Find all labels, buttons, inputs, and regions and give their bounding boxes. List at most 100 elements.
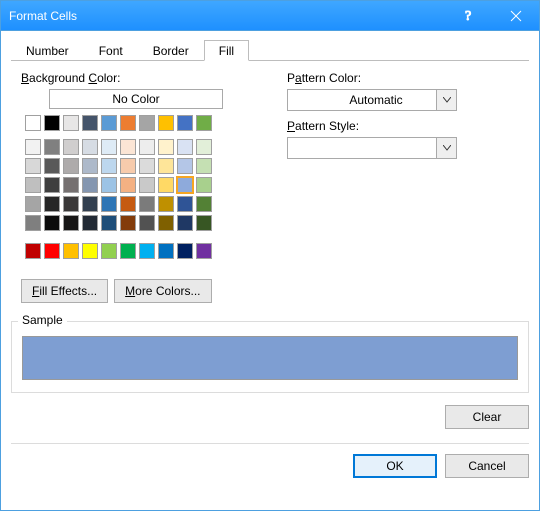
color-swatch[interactable] bbox=[101, 139, 117, 155]
color-swatch[interactable] bbox=[82, 196, 98, 212]
color-swatch[interactable] bbox=[177, 177, 193, 193]
color-swatch[interactable] bbox=[44, 196, 60, 212]
color-swatch[interactable] bbox=[63, 177, 79, 193]
tab-font[interactable]: Font bbox=[84, 40, 138, 61]
color-swatch[interactable] bbox=[82, 177, 98, 193]
color-swatch[interactable] bbox=[63, 115, 79, 131]
color-swatch[interactable] bbox=[120, 215, 136, 231]
color-swatch[interactable] bbox=[120, 196, 136, 212]
color-swatch[interactable] bbox=[139, 243, 155, 259]
format-cells-dialog: Format Cells ? Number Font Border Fill B… bbox=[0, 0, 540, 511]
color-swatch[interactable] bbox=[101, 215, 117, 231]
color-swatch[interactable] bbox=[120, 177, 136, 193]
fill-effects-button[interactable]: Fill Effects... bbox=[21, 279, 108, 303]
color-swatch[interactable] bbox=[44, 215, 60, 231]
color-swatch[interactable] bbox=[158, 158, 174, 174]
color-swatch[interactable] bbox=[177, 215, 193, 231]
color-swatch[interactable] bbox=[63, 215, 79, 231]
color-swatch[interactable] bbox=[25, 177, 41, 193]
sample-swatch bbox=[22, 336, 518, 380]
color-swatch[interactable] bbox=[196, 177, 212, 193]
color-swatch[interactable] bbox=[196, 243, 212, 259]
color-swatch[interactable] bbox=[139, 196, 155, 212]
color-swatch[interactable] bbox=[158, 177, 174, 193]
color-swatch[interactable] bbox=[139, 115, 155, 131]
color-swatch[interactable] bbox=[158, 215, 174, 231]
color-swatch[interactable] bbox=[44, 243, 60, 259]
close-icon bbox=[510, 10, 522, 22]
color-swatch[interactable] bbox=[139, 139, 155, 155]
color-swatch[interactable] bbox=[82, 215, 98, 231]
color-swatch[interactable] bbox=[101, 115, 117, 131]
tab-border[interactable]: Border bbox=[138, 40, 204, 61]
sample-group: Sample bbox=[11, 321, 529, 393]
clear-button[interactable]: Clear bbox=[445, 405, 529, 429]
color-swatch[interactable] bbox=[120, 115, 136, 131]
color-swatch[interactable] bbox=[82, 115, 98, 131]
color-swatch[interactable] bbox=[101, 177, 117, 193]
color-swatch[interactable] bbox=[82, 158, 98, 174]
color-swatch[interactable] bbox=[158, 243, 174, 259]
color-swatch[interactable] bbox=[25, 196, 41, 212]
color-swatch[interactable] bbox=[196, 196, 212, 212]
color-swatch[interactable] bbox=[177, 158, 193, 174]
pattern-style-label: Pattern Style: bbox=[287, 119, 529, 133]
chevron-down-icon bbox=[436, 138, 456, 158]
color-swatch[interactable] bbox=[63, 243, 79, 259]
color-swatch[interactable] bbox=[44, 139, 60, 155]
color-swatch[interactable] bbox=[44, 177, 60, 193]
palette-standard bbox=[25, 243, 251, 261]
color-swatch[interactable] bbox=[25, 115, 41, 131]
background-color-label: Background Color: bbox=[21, 71, 251, 85]
color-swatch[interactable] bbox=[139, 215, 155, 231]
color-swatch[interactable] bbox=[82, 243, 98, 259]
color-swatch[interactable] bbox=[120, 158, 136, 174]
color-swatch[interactable] bbox=[177, 196, 193, 212]
color-swatch[interactable] bbox=[44, 158, 60, 174]
color-swatch[interactable] bbox=[158, 139, 174, 155]
color-swatch[interactable] bbox=[101, 196, 117, 212]
color-swatch[interactable] bbox=[63, 139, 79, 155]
client-area: Number Font Border Fill Background Color… bbox=[1, 31, 539, 510]
color-swatch[interactable] bbox=[120, 243, 136, 259]
color-swatch[interactable] bbox=[101, 158, 117, 174]
color-swatch[interactable] bbox=[177, 243, 193, 259]
color-swatch[interactable] bbox=[63, 158, 79, 174]
help-button[interactable]: ? bbox=[447, 1, 493, 31]
cancel-button[interactable]: Cancel bbox=[445, 454, 529, 478]
color-swatch[interactable] bbox=[120, 139, 136, 155]
titlebar[interactable]: Format Cells ? bbox=[1, 1, 539, 31]
window-title: Format Cells bbox=[9, 9, 447, 23]
sample-label: Sample bbox=[18, 313, 67, 327]
color-swatch[interactable] bbox=[25, 139, 41, 155]
tab-strip: Number Font Border Fill bbox=[11, 39, 529, 61]
color-swatch[interactable] bbox=[101, 243, 117, 259]
ok-button[interactable]: OK bbox=[353, 454, 437, 478]
close-button[interactable] bbox=[493, 1, 539, 31]
color-swatch[interactable] bbox=[158, 115, 174, 131]
color-swatch[interactable] bbox=[196, 215, 212, 231]
color-swatch[interactable] bbox=[139, 158, 155, 174]
pattern-color-label: Pattern Color: bbox=[287, 71, 529, 85]
color-swatch[interactable] bbox=[25, 243, 41, 259]
color-swatch[interactable] bbox=[177, 115, 193, 131]
color-swatch[interactable] bbox=[196, 115, 212, 131]
color-swatch[interactable] bbox=[82, 139, 98, 155]
no-color-button[interactable]: No Color bbox=[49, 89, 223, 109]
color-swatch[interactable] bbox=[196, 158, 212, 174]
color-swatch[interactable] bbox=[25, 158, 41, 174]
svg-text:?: ? bbox=[465, 9, 471, 23]
color-swatch[interactable] bbox=[139, 177, 155, 193]
color-swatch[interactable] bbox=[196, 139, 212, 155]
color-swatch[interactable] bbox=[63, 196, 79, 212]
more-colors-button[interactable]: More Colors... bbox=[114, 279, 211, 303]
pattern-color-combo[interactable]: Automatic bbox=[287, 89, 457, 111]
color-swatch[interactable] bbox=[177, 139, 193, 155]
color-swatch[interactable] bbox=[25, 215, 41, 231]
chevron-down-icon bbox=[436, 90, 456, 110]
tab-number[interactable]: Number bbox=[11, 40, 84, 61]
color-swatch[interactable] bbox=[44, 115, 60, 131]
color-swatch[interactable] bbox=[158, 196, 174, 212]
tab-fill[interactable]: Fill bbox=[204, 40, 249, 61]
pattern-style-combo[interactable] bbox=[287, 137, 457, 159]
